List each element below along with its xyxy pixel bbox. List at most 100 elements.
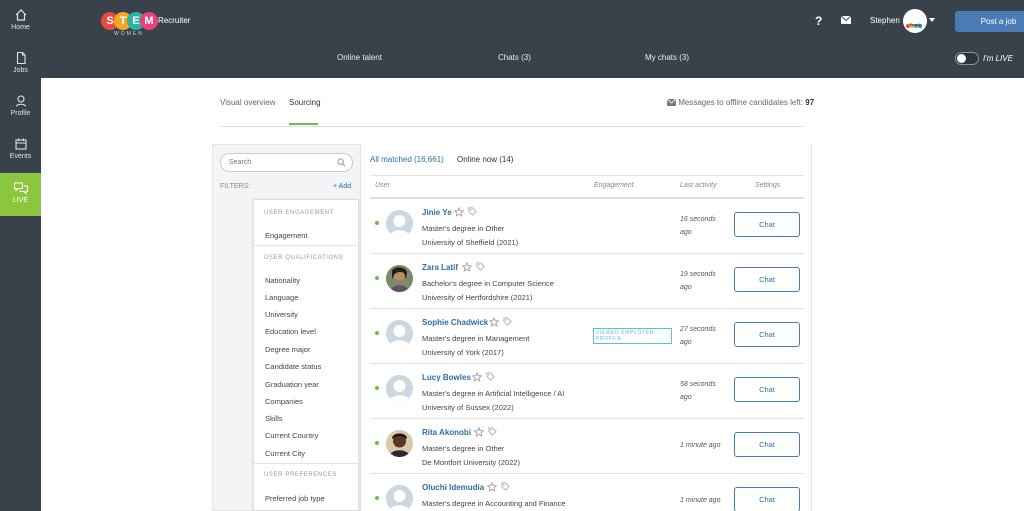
tag-icon[interactable] <box>488 427 497 436</box>
stem-women-logo[interactable]: S T E M WOMEN Recruiter <box>101 12 221 37</box>
live-toggle-label: I'm LIVE <box>983 54 1013 63</box>
candidate-name[interactable]: Lucy Bowles <box>422 373 471 382</box>
filter-option-university[interactable]: University <box>265 310 298 319</box>
star-icon[interactable] <box>474 427 484 437</box>
candidate-avatar-placeholder[interactable] <box>386 485 413 511</box>
chat-button[interactable]: Chat <box>734 212 800 237</box>
nav-item-home[interactable]: Home <box>0 0 41 43</box>
document-icon <box>16 51 26 65</box>
user-name[interactable]: Stephen <box>870 16 900 25</box>
filter-dropdown: USER ENGAGEMENT Engagement USER QUALIFIC… <box>253 199 359 511</box>
last-activity: 16 seconds ago <box>680 213 732 239</box>
chat-button[interactable]: Chat <box>734 432 800 457</box>
candidate-name[interactable]: Zara Latif <box>422 263 458 272</box>
filter-option-degree-major[interactable]: Degree major <box>265 345 310 354</box>
tag-icon[interactable] <box>503 317 512 326</box>
star-icon[interactable] <box>454 207 464 217</box>
live-toggle[interactable] <box>955 52 979 65</box>
search-input[interactable] <box>229 159 339 166</box>
filter-option-current-city[interactable]: Current City <box>265 449 305 458</box>
tab-sourcing[interactable]: Sourcing <box>289 98 321 107</box>
tab-my-chats[interactable]: My chats (3) <box>645 53 689 62</box>
nav-item-live[interactable]: LIVE <box>0 173 41 216</box>
filter-option-skills[interactable]: Skills <box>265 414 283 423</box>
candidate-row: Rita Akonobi Master's degree in Other De… <box>370 419 804 474</box>
filter-option-nationality[interactable]: Nationality <box>265 276 300 285</box>
star-icon[interactable] <box>487 482 497 492</box>
logo-subtitle: WOMEN <box>114 31 144 37</box>
chat-button[interactable]: Chat <box>734 377 800 402</box>
last-activity: 19 seconds ago <box>680 268 732 294</box>
filter-option-language[interactable]: Language <box>265 293 298 302</box>
last-activity-time: 19 seconds <box>680 271 716 278</box>
last-activity-time: 1 minute ago <box>680 442 721 449</box>
nav-item-events[interactable]: Events <box>0 129 41 172</box>
help-icon[interactable]: ? <box>815 14 822 28</box>
active-tab-indicator <box>289 123 318 125</box>
tab-visual-overview[interactable]: Visual overview <box>220 98 275 107</box>
tag-icon[interactable] <box>486 372 495 381</box>
filter-option-education-level[interactable]: Education level <box>265 327 316 336</box>
star-icon[interactable] <box>462 262 472 272</box>
candidate-name[interactable]: Oluchi Idemudia <box>422 483 484 492</box>
candidate-row: Lucy Bowles Master's degree in Artificia… <box>370 364 804 419</box>
last-activity-time: 1 minute ago <box>680 497 721 504</box>
results-tabs-divider <box>370 175 804 176</box>
filter-option-companies[interactable]: Companies <box>265 397 303 406</box>
user-avatar[interactable]: Pareil <box>903 9 927 33</box>
online-status-dot <box>375 496 379 500</box>
user-icon <box>15 95 26 107</box>
photo-avatar-icon <box>386 430 413 457</box>
tab-online-now[interactable]: Online now (14) <box>457 155 513 164</box>
candidate-avatar-placeholder[interactable] <box>386 210 413 237</box>
tag-icon[interactable] <box>476 262 485 271</box>
last-activity-suffix: ago <box>680 339 692 346</box>
tag-icon[interactable] <box>501 482 510 491</box>
candidate-degree: Master's degree in Artificial Intelligen… <box>422 389 565 398</box>
tab-all-matched[interactable]: All matched (16,661) <box>370 155 444 164</box>
chat-button[interactable]: Chat <box>734 267 800 292</box>
filter-option-preferred-job-type[interactable]: Preferred job type <box>265 494 325 503</box>
dropdown-heading-engagement: USER ENGAGEMENT <box>264 210 335 216</box>
candidate-avatar-placeholder[interactable] <box>386 375 413 402</box>
candidate-avatar-photo[interactable] <box>386 430 413 457</box>
star-icon[interactable] <box>489 317 499 327</box>
add-filter-button[interactable]: + Add <box>333 183 351 190</box>
candidate-university: University of York (2017) <box>422 348 504 357</box>
tag-icon[interactable] <box>468 207 477 216</box>
logo-letter-m: M <box>140 12 158 30</box>
candidate-name[interactable]: Sophie Chadwick <box>422 318 488 327</box>
last-activity-time: 58 seconds <box>680 381 716 388</box>
candidate-name[interactable]: Rita Akonobi <box>422 428 471 437</box>
nav-item-profile[interactable]: Profile <box>0 86 41 129</box>
candidate-university: University of Hertfordshire (2021) <box>422 293 533 302</box>
candidate-name[interactable]: Jinie Ye <box>422 208 452 217</box>
chat-button[interactable]: Chat <box>734 487 800 511</box>
mail-icon[interactable] <box>841 16 851 24</box>
candidate-row: Sophie Chadwick Master's degree in Manag… <box>370 309 804 364</box>
post-job-button[interactable]: Post a job <box>955 11 1024 32</box>
user-placeholder-icon <box>386 375 413 402</box>
column-header-last-activity: Last activity <box>680 182 717 189</box>
filter-option-graduation-year[interactable]: Graduation year <box>265 380 319 389</box>
candidate-avatar-placeholder[interactable] <box>386 320 413 347</box>
filter-option-current-country[interactable]: Current Country <box>265 431 318 440</box>
user-menu-chevron-down-icon[interactable] <box>929 18 935 22</box>
last-activity: 1 minute ago <box>680 439 732 452</box>
nav-item-jobs[interactable]: Jobs <box>0 43 41 86</box>
last-activity-suffix: ago <box>680 394 692 401</box>
online-status-dot <box>375 386 379 390</box>
tab-chats[interactable]: Chats (3) <box>498 53 531 62</box>
engagement-badge: VIEWED EMPLOYER PROFILE <box>593 328 672 344</box>
nav-label-jobs: Jobs <box>13 67 28 74</box>
filter-option-candidate-status[interactable]: Candidate status <box>265 362 321 371</box>
search-field[interactable] <box>220 153 353 172</box>
star-icon[interactable] <box>472 372 482 382</box>
search-icon[interactable] <box>337 158 346 167</box>
tab-online-talent[interactable]: Online talent <box>337 53 382 62</box>
chat-button[interactable]: Chat <box>734 322 800 347</box>
user-placeholder-icon <box>386 210 413 237</box>
candidate-avatar-photo[interactable] <box>386 265 413 292</box>
filter-option-engagement[interactable]: Engagement <box>265 231 308 240</box>
candidate-university: University of Sheffield (2021) <box>422 238 519 247</box>
